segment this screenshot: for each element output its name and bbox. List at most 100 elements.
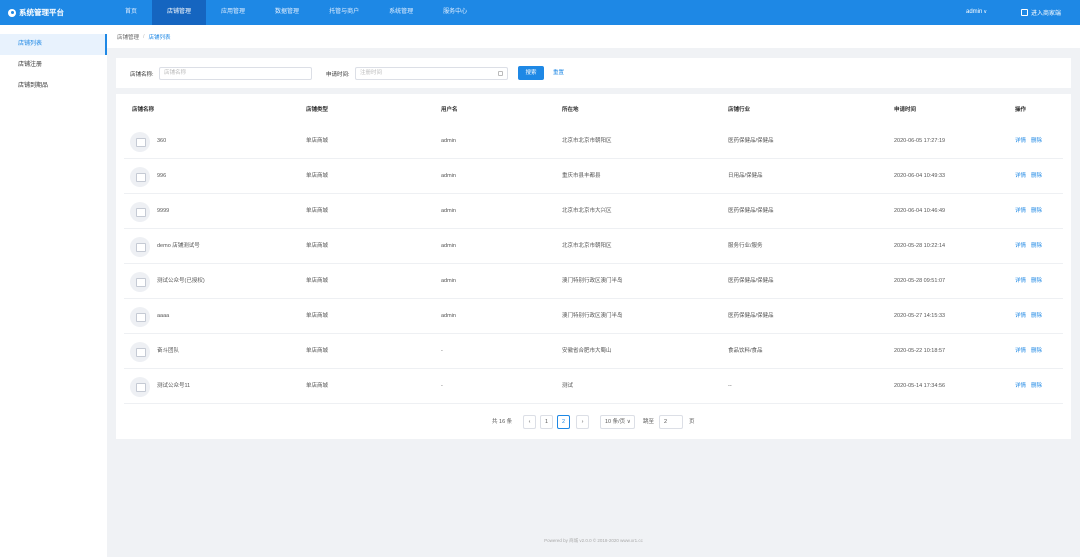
- apply-time: 2020-05-28 09:51:07: [894, 278, 946, 284]
- calendar-icon: [498, 71, 503, 76]
- username: admin: [441, 313, 456, 319]
- detail-link[interactable]: 详情: [1015, 369, 1026, 404]
- breadcrumb-separator: /: [143, 33, 145, 40]
- nav-hosting-merchants[interactable]: 托管与商户: [314, 0, 374, 25]
- enter-merchant-button[interactable]: 进入商家端: [1021, 0, 1061, 25]
- store-avatar-icon: [130, 272, 150, 292]
- industry: 医药保健品/保健品: [728, 138, 774, 144]
- location: 澳门特别行政区澳门半岛: [562, 313, 623, 319]
- username: admin: [966, 9, 983, 15]
- column-header-store-type: 店铺类型: [306, 107, 329, 113]
- store-avatar-icon: [130, 237, 150, 257]
- page-size-select[interactable]: 10 条/页 ∨: [600, 415, 635, 429]
- search-panel: 店铺名称: 店铺名称 申请时间: 注册时间 搜索 重置: [116, 58, 1071, 88]
- reset-button[interactable]: 重置: [553, 66, 564, 80]
- prev-page-button[interactable]: ‹: [523, 415, 536, 429]
- user-menu[interactable]: admin∨: [966, 0, 987, 25]
- detail-link[interactable]: 详情: [1015, 159, 1026, 194]
- store-name-input[interactable]: 店铺名称: [159, 67, 312, 80]
- pagination: 共 16 条 ‹ 1 2 › 10 条/页 ∨ 跳至 2 页: [116, 415, 1071, 429]
- detail-link[interactable]: 详情: [1015, 299, 1026, 334]
- detail-link[interactable]: 详情: [1015, 264, 1026, 299]
- sidebar-item-store-register[interactable]: 店铺注册: [0, 55, 107, 76]
- column-header-store-name: 店铺名称: [132, 107, 155, 113]
- delete-link[interactable]: 删除: [1031, 299, 1042, 334]
- industry: 食品饮料/食品: [728, 348, 763, 354]
- nav-store-management[interactable]: 店铺管理: [152, 0, 207, 25]
- location: 重庆市县丰都县: [562, 173, 601, 179]
- sidebar-item-store-expiry[interactable]: 店铺到期品: [0, 76, 107, 97]
- store-avatar-icon: [130, 307, 150, 327]
- store-name: 测试公众号11: [157, 383, 191, 389]
- detail-link[interactable]: 详情: [1015, 124, 1026, 159]
- jump-unit: 页: [689, 419, 695, 425]
- table-row: aaaa 单店商城 admin 澳门特别行政区澳门半岛 医药保健品/保健品 20…: [124, 299, 1063, 334]
- apply-time: 2020-06-05 17:27:19: [894, 138, 946, 144]
- breadcrumb: 店铺管理 / 店铺列表: [107, 25, 1080, 48]
- apply-date-input[interactable]: 注册时间: [355, 67, 508, 80]
- breadcrumb-current: 店铺列表: [148, 34, 171, 41]
- location: 澳门特别行政区澳门半岛: [562, 278, 623, 284]
- store-name-placeholder: 店铺名称: [164, 70, 187, 76]
- chevron-down-icon: ∨: [626, 419, 631, 425]
- delete-link[interactable]: 删除: [1031, 264, 1042, 299]
- username: admin: [441, 138, 456, 144]
- store-name: demo 店铺测试号: [157, 243, 200, 249]
- apply-time: 2020-05-14 17:34:56: [894, 383, 946, 389]
- column-header-location: 所在地: [562, 107, 579, 113]
- detail-link[interactable]: 详情: [1015, 334, 1026, 369]
- chevron-down-icon: ∨: [983, 9, 988, 15]
- location: 北京市北京市朝阳区: [562, 138, 612, 144]
- column-header-username: 用户名: [441, 107, 458, 113]
- app-title: 系统管理平台: [19, 8, 64, 17]
- detail-link[interactable]: 详情: [1015, 229, 1026, 264]
- delete-link[interactable]: 删除: [1031, 229, 1042, 264]
- jump-page-input[interactable]: 2: [659, 415, 683, 429]
- store-avatar-icon: [130, 132, 150, 152]
- gear-logo-icon: [8, 8, 16, 17]
- username: admin: [441, 278, 456, 284]
- sidebar-item-store-list[interactable]: 店铺列表: [0, 34, 107, 55]
- apply-time: 2020-06-04 10:49:33: [894, 173, 946, 179]
- store-name: 测试公众号(已授权): [157, 278, 205, 284]
- app-brand[interactable]: 系统管理平台: [8, 0, 64, 25]
- next-page-button[interactable]: ›: [576, 415, 589, 429]
- apply-time: 2020-05-28 10:22:14: [894, 243, 946, 249]
- store-type: 单店商城: [306, 138, 329, 144]
- delete-link[interactable]: 删除: [1031, 194, 1042, 229]
- breadcrumb-parent[interactable]: 店铺管理: [117, 33, 139, 41]
- nav-data-management[interactable]: 数据管理: [260, 0, 314, 25]
- table-row: 360 单店商城 admin 北京市北京市朝阳区 医药保健品/保健品 2020-…: [124, 124, 1063, 159]
- delete-link[interactable]: 删除: [1031, 124, 1042, 159]
- delete-link[interactable]: 删除: [1031, 159, 1042, 194]
- store-avatar-icon: [130, 167, 150, 187]
- footer-copyright: Powered by 商城 v2.0.0 © 2018-2020 www.xr1…: [544, 538, 643, 543]
- nav-home[interactable]: 首页: [110, 0, 152, 25]
- table-row: 奋斗团队 单店商城 - 安徽省合肥市大蜀山 食品饮料/食品 2020-05-22…: [124, 334, 1063, 369]
- nav-system-management[interactable]: 系统管理: [374, 0, 428, 25]
- delete-link[interactable]: 删除: [1031, 334, 1042, 369]
- store-type: 单店商城: [306, 278, 329, 284]
- page-button-1[interactable]: 1: [540, 415, 553, 429]
- apply-date-placeholder: 注册时间: [360, 70, 383, 76]
- nav-service-center[interactable]: 服务中心: [428, 0, 482, 25]
- nav-app-management[interactable]: 应用管理: [206, 0, 260, 25]
- location: 安徽省合肥市大蜀山: [562, 348, 612, 354]
- username: admin: [441, 208, 456, 214]
- page-button-2[interactable]: 2: [557, 415, 570, 429]
- table-row: 9999 单店商城 admin 北京市北京市大兴区 医药保健品/保健品 2020…: [124, 194, 1063, 229]
- store-type: 单店商城: [306, 208, 329, 214]
- search-button[interactable]: 搜索: [518, 66, 544, 80]
- store-type: 单店商城: [306, 383, 329, 389]
- username: -: [441, 348, 443, 354]
- enter-merchant-label: 进入商家端: [1031, 11, 1062, 17]
- detail-link[interactable]: 详情: [1015, 194, 1026, 229]
- apply-time: 2020-05-27 14:15:33: [894, 313, 946, 319]
- industry: --: [728, 383, 732, 389]
- industry: 医药保健品/保健品: [728, 208, 774, 214]
- table-row: demo 店铺测试号 单店商城 admin 北京市北京市朝阳区 服务行业/服务 …: [124, 229, 1063, 264]
- industry: 医药保健品/保健品: [728, 313, 774, 319]
- main-nav: 首页 店铺管理 应用管理 数据管理 托管与商户 系统管理 服务中心: [110, 0, 482, 25]
- delete-link[interactable]: 删除: [1031, 369, 1042, 404]
- location: 测试: [562, 383, 574, 389]
